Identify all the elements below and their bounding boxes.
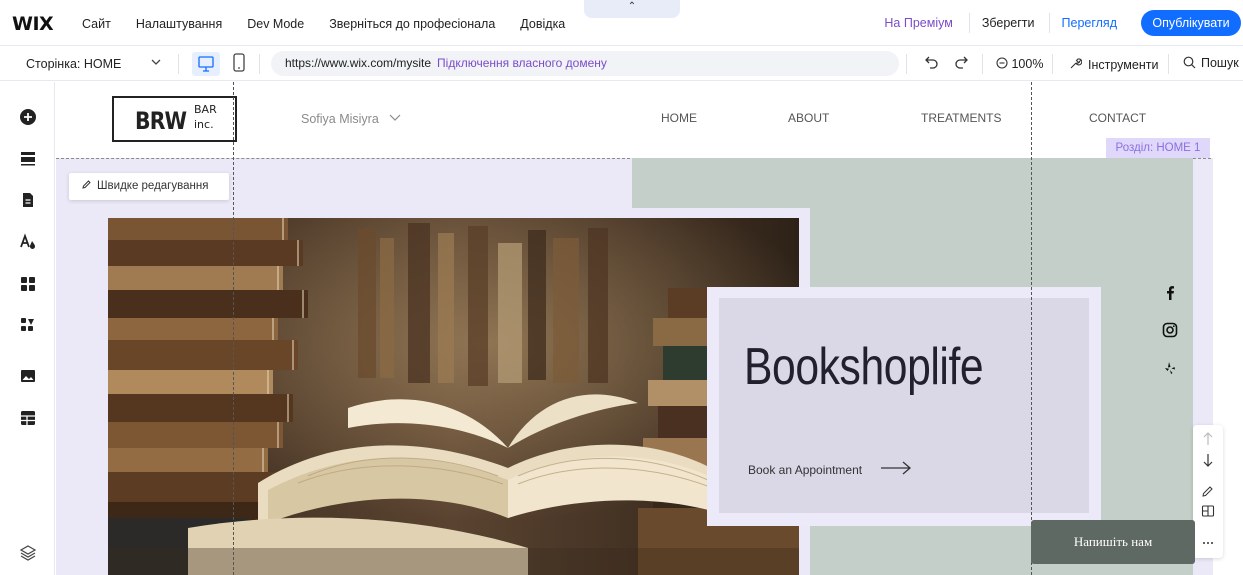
save-button[interactable]: Зберегти bbox=[982, 16, 1035, 30]
mobile-view-icon[interactable] bbox=[232, 52, 246, 74]
hero-image[interactable] bbox=[108, 218, 799, 575]
add-icon[interactable] bbox=[19, 108, 37, 126]
nav-treatments[interactable]: TREATMENTS bbox=[921, 111, 1001, 125]
divider bbox=[259, 54, 260, 74]
apps-icon[interactable] bbox=[19, 275, 37, 293]
zoom-control[interactable]: 100% bbox=[996, 57, 1043, 71]
redo-icon[interactable] bbox=[954, 55, 969, 73]
yelp-icon[interactable] bbox=[1162, 360, 1178, 376]
business-icon[interactable] bbox=[19, 316, 37, 334]
menu-help[interactable]: Довідка bbox=[520, 17, 565, 31]
logo-inc: inc. bbox=[194, 118, 214, 131]
layers-icon[interactable] bbox=[19, 544, 37, 562]
editor-topbar: WIX Сайт Налаштування Dev Mode Звернітьс… bbox=[0, 0, 1243, 46]
preview-button[interactable]: Перегляд bbox=[1062, 16, 1117, 30]
tools-button[interactable]: Інструменти bbox=[1068, 57, 1158, 72]
quick-edit-label: Швидке редагування bbox=[97, 180, 209, 192]
book-appointment-link[interactable]: Book an Appointment bbox=[748, 463, 862, 477]
member-name: Sofiya Misiyra bbox=[301, 112, 379, 126]
search-button[interactable]: Пошук bbox=[1183, 56, 1239, 70]
sections-icon[interactable] bbox=[19, 149, 37, 167]
site-url: https://www.wix.com/mysite bbox=[285, 56, 432, 70]
editor-canvas[interactable]: BRW BAR inc. Sofiya Misiyra HOME ABOUT T… bbox=[56, 82, 1213, 575]
upgrade-premium-link[interactable]: На Преміум bbox=[884, 16, 952, 30]
nav-about[interactable]: ABOUT bbox=[788, 111, 829, 125]
search-icon bbox=[1183, 56, 1196, 69]
editor-toolbar: Сторінка: HOME https://www.wix.com/mysit… bbox=[0, 46, 1243, 81]
menu-hire-professional[interactable]: Зверніться до професіонала bbox=[329, 17, 495, 31]
divider bbox=[968, 13, 970, 33]
site-logo[interactable]: BRW BAR inc. bbox=[112, 96, 237, 142]
section-layout-icon[interactable] bbox=[1193, 502, 1223, 524]
logo-brw: BRW bbox=[135, 107, 187, 135]
media-icon[interactable] bbox=[19, 367, 37, 385]
pencil-icon bbox=[82, 180, 91, 189]
wix-logo[interactable]: WIX bbox=[12, 13, 54, 35]
arrow-right-icon[interactable] bbox=[880, 460, 912, 476]
grid-guide bbox=[1031, 82, 1032, 575]
nav-contact[interactable]: CONTACT bbox=[1089, 111, 1146, 125]
move-down-icon[interactable] bbox=[1193, 451, 1223, 473]
topbar-actions: На Преміум Зберегти Перегляд Опублікуват… bbox=[884, 0, 1243, 46]
nav-home[interactable]: HOME bbox=[661, 111, 697, 125]
desktop-view-icon[interactable] bbox=[192, 52, 220, 76]
grid-guide bbox=[233, 82, 234, 575]
divider bbox=[1052, 54, 1053, 74]
facebook-icon[interactable] bbox=[1162, 285, 1178, 301]
site-url-bar[interactable]: https://www.wix.com/mysite Підключення вл… bbox=[271, 51, 899, 76]
chevron-down-icon[interactable] bbox=[150, 56, 162, 71]
top-menu: Сайт Налаштування Dev Mode Зверніться до… bbox=[82, 17, 590, 31]
pages-icon[interactable] bbox=[19, 191, 37, 209]
edit-section-icon[interactable] bbox=[1193, 480, 1223, 502]
divider bbox=[1048, 13, 1050, 33]
member-login[interactable]: Sofiya Misiyra bbox=[301, 112, 402, 126]
menu-site[interactable]: Сайт bbox=[82, 17, 111, 31]
logo-bar: BAR bbox=[194, 103, 217, 116]
move-up-icon[interactable] bbox=[1193, 425, 1223, 451]
divider bbox=[906, 54, 907, 74]
more-actions-icon[interactable] bbox=[1193, 532, 1223, 554]
hero-headline[interactable]: Bookshoplife bbox=[744, 337, 984, 397]
connect-domain-link[interactable]: Підключення власного домену bbox=[437, 56, 607, 70]
menu-dev-mode[interactable]: Dev Mode bbox=[247, 17, 304, 31]
undo-icon[interactable] bbox=[924, 55, 939, 73]
wrench-icon bbox=[1070, 58, 1083, 69]
instagram-icon[interactable] bbox=[1162, 322, 1178, 338]
section-actions-panel bbox=[1193, 425, 1223, 558]
tools-label: Інструменти bbox=[1088, 58, 1159, 72]
cms-icon[interactable] bbox=[19, 409, 37, 427]
collapse-toolbar-tab[interactable]: ⌃ bbox=[584, 0, 680, 18]
section-label[interactable]: Розділ: HOME 1 bbox=[1106, 138, 1210, 158]
divider bbox=[1168, 54, 1169, 74]
design-icon[interactable] bbox=[19, 233, 37, 251]
search-label: Пошук bbox=[1201, 56, 1239, 70]
divider bbox=[178, 54, 179, 74]
page-selector-label[interactable]: Сторінка: HOME bbox=[26, 57, 121, 71]
hero-card[interactable] bbox=[719, 298, 1089, 513]
chat-button[interactable]: Напишіть нам bbox=[1031, 520, 1195, 564]
publish-button[interactable]: Опублікувати bbox=[1141, 10, 1241, 36]
left-toolbar bbox=[0, 82, 55, 575]
menu-settings[interactable]: Налаштування bbox=[136, 17, 222, 31]
zoom-out-icon bbox=[996, 57, 1008, 69]
chevron-down-icon bbox=[389, 114, 401, 121]
divider bbox=[982, 54, 983, 74]
zoom-level: 100% bbox=[1011, 57, 1044, 71]
site-header[interactable]: BRW BAR inc. Sofiya Misiyra HOME ABOUT T… bbox=[56, 82, 1213, 158]
quick-edit-button[interactable]: Швидке редагування bbox=[69, 173, 229, 200]
